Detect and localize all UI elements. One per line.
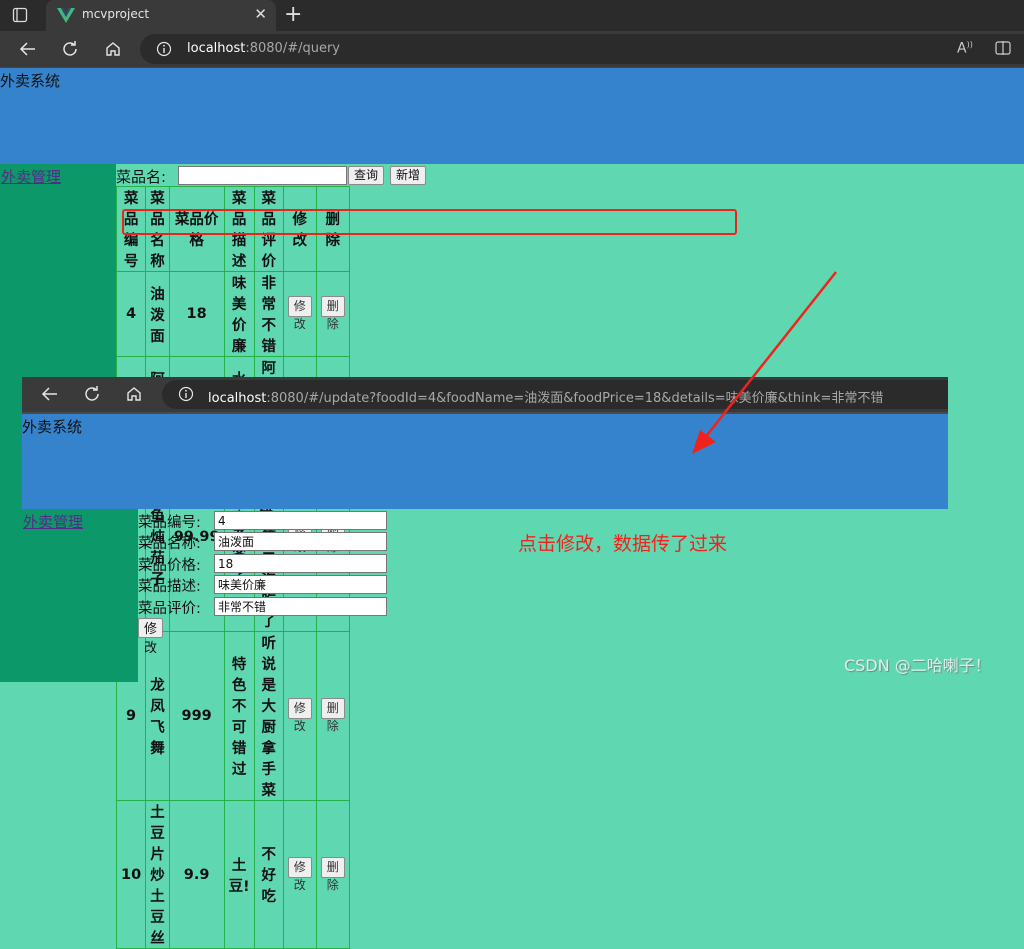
delete-button-cell: 删除 [315,631,350,801]
back-arrow-icon[interactable] [18,39,38,59]
search-label: 菜品名: [116,168,167,186]
address-bar[interactable]: localhost:8080/#/query [140,34,1024,64]
site-info-icon[interactable] [178,386,194,406]
food-id-label: 菜品编号: [138,515,201,531]
sidebar-2: 外卖管理 [22,509,138,682]
food-details-label: 菜品描述: [138,579,201,595]
food-price-cell: 18 [168,271,225,357]
edit-button-cell: 修改 [282,631,317,801]
reload-icon[interactable] [82,384,102,404]
update-page-screenshot: localhost:8080/#/update?foodId=4&foodNam… [22,377,948,509]
food-details-cell: 特色不可错过 [223,631,255,801]
site-info-icon[interactable] [156,41,172,57]
table-row: 4 油泼面 18 味美价廉 非常不错 修改 删除 [115,271,350,357]
food-price-input[interactable] [214,554,387,573]
food-review-cell: 不好吃 [253,800,284,949]
browser-tab-bar: mcvproject ✕ + [0,0,1024,31]
food-price-label: 菜品价格: [138,558,201,574]
add-button[interactable]: 新增 [390,166,427,185]
home-icon[interactable] [124,384,144,404]
table-row: 10 土豆片炒土豆丝 9.9 土豆! 不好吃 修改 删除 [115,800,350,949]
food-details-cell: 味美价廉 [223,271,255,357]
vue-logo-icon [57,7,75,23]
food-review-cell: 听说是大厨拿手菜 [253,631,284,801]
food-name-label: 菜品名称: [138,536,201,552]
delete-button[interactable]: 删除 [320,296,345,331]
browser-toolbar: localhost:8080/#/query A)) [0,31,1024,68]
edit-button[interactable]: 修改 [287,296,312,331]
food-name-cell: 油泼面 [145,271,170,357]
home-icon[interactable] [103,39,123,59]
browser-tab[interactable]: mcvproject ✕ [46,0,276,31]
delete-button[interactable]: 删除 [320,856,345,892]
edit-button-cell: 修改 [282,271,317,357]
annotation-text: 点击修改，数据传了过来 [518,533,728,555]
delete-button-cell: 删除 [315,271,350,357]
system-title-2: 外卖系统 [22,418,83,436]
food-review-label: 菜品评价: [138,601,201,617]
address-bar-2[interactable]: localhost:8080/#/update?foodId=4&foodNam… [162,380,948,409]
reload-icon[interactable] [60,39,80,59]
browser-toolbar-2: localhost:8080/#/update?foodId=4&foodNam… [22,377,948,414]
back-arrow-icon[interactable] [40,384,60,404]
watermark: CSDN @二哈喇子！ [844,656,991,675]
food-details-input[interactable] [214,575,387,594]
food-id-cell: 4 [115,271,147,357]
highlight-box [122,209,737,235]
edit-button[interactable]: 修改 [287,856,312,892]
page-header: 外卖系统 [0,68,1024,164]
system-title: 外卖系统 [0,72,61,90]
sidebar-link-takeout-management-2[interactable]: 外卖管理 [23,511,83,532]
food-name-cell: 土豆片炒土豆丝 [145,800,170,949]
close-tab-icon[interactable]: ✕ [254,5,267,23]
tab-actions-icon[interactable] [12,7,28,23]
read-aloud-icon[interactable]: A)) [957,40,975,58]
url-text-2: localhost:8080/#/update?foodId=4&foodNam… [208,391,884,406]
url-text: localhost:8080/#/query [187,41,341,56]
food-id-cell: 10 [115,800,147,949]
food-name-search-input[interactable] [178,166,347,185]
query-button[interactable]: 查询 [348,166,385,185]
submit-update-button[interactable]: 修改 [138,618,164,655]
food-price-cell: 999 [168,631,225,801]
delete-button[interactable]: 删除 [320,698,345,733]
sidebar-link-takeout-management[interactable]: 外卖管理 [1,166,61,187]
edit-button-cell: 修改 [282,800,317,949]
tab-title: mcvproject [82,7,150,21]
split-screen-icon[interactable] [995,40,1013,58]
food-name-input[interactable] [214,532,387,551]
food-details-cell: 土豆! [223,800,255,949]
food-price-cell: 9.9 [168,800,225,949]
food-id-input[interactable] [214,511,387,530]
page-header-2: 外卖系统 [22,414,948,509]
delete-button-cell: 删除 [315,800,350,949]
food-review-cell: 非常不错 [253,271,284,357]
new-tab-icon[interactable]: + [284,2,302,27]
edit-button[interactable]: 修改 [287,698,312,733]
food-review-input[interactable] [214,597,387,616]
